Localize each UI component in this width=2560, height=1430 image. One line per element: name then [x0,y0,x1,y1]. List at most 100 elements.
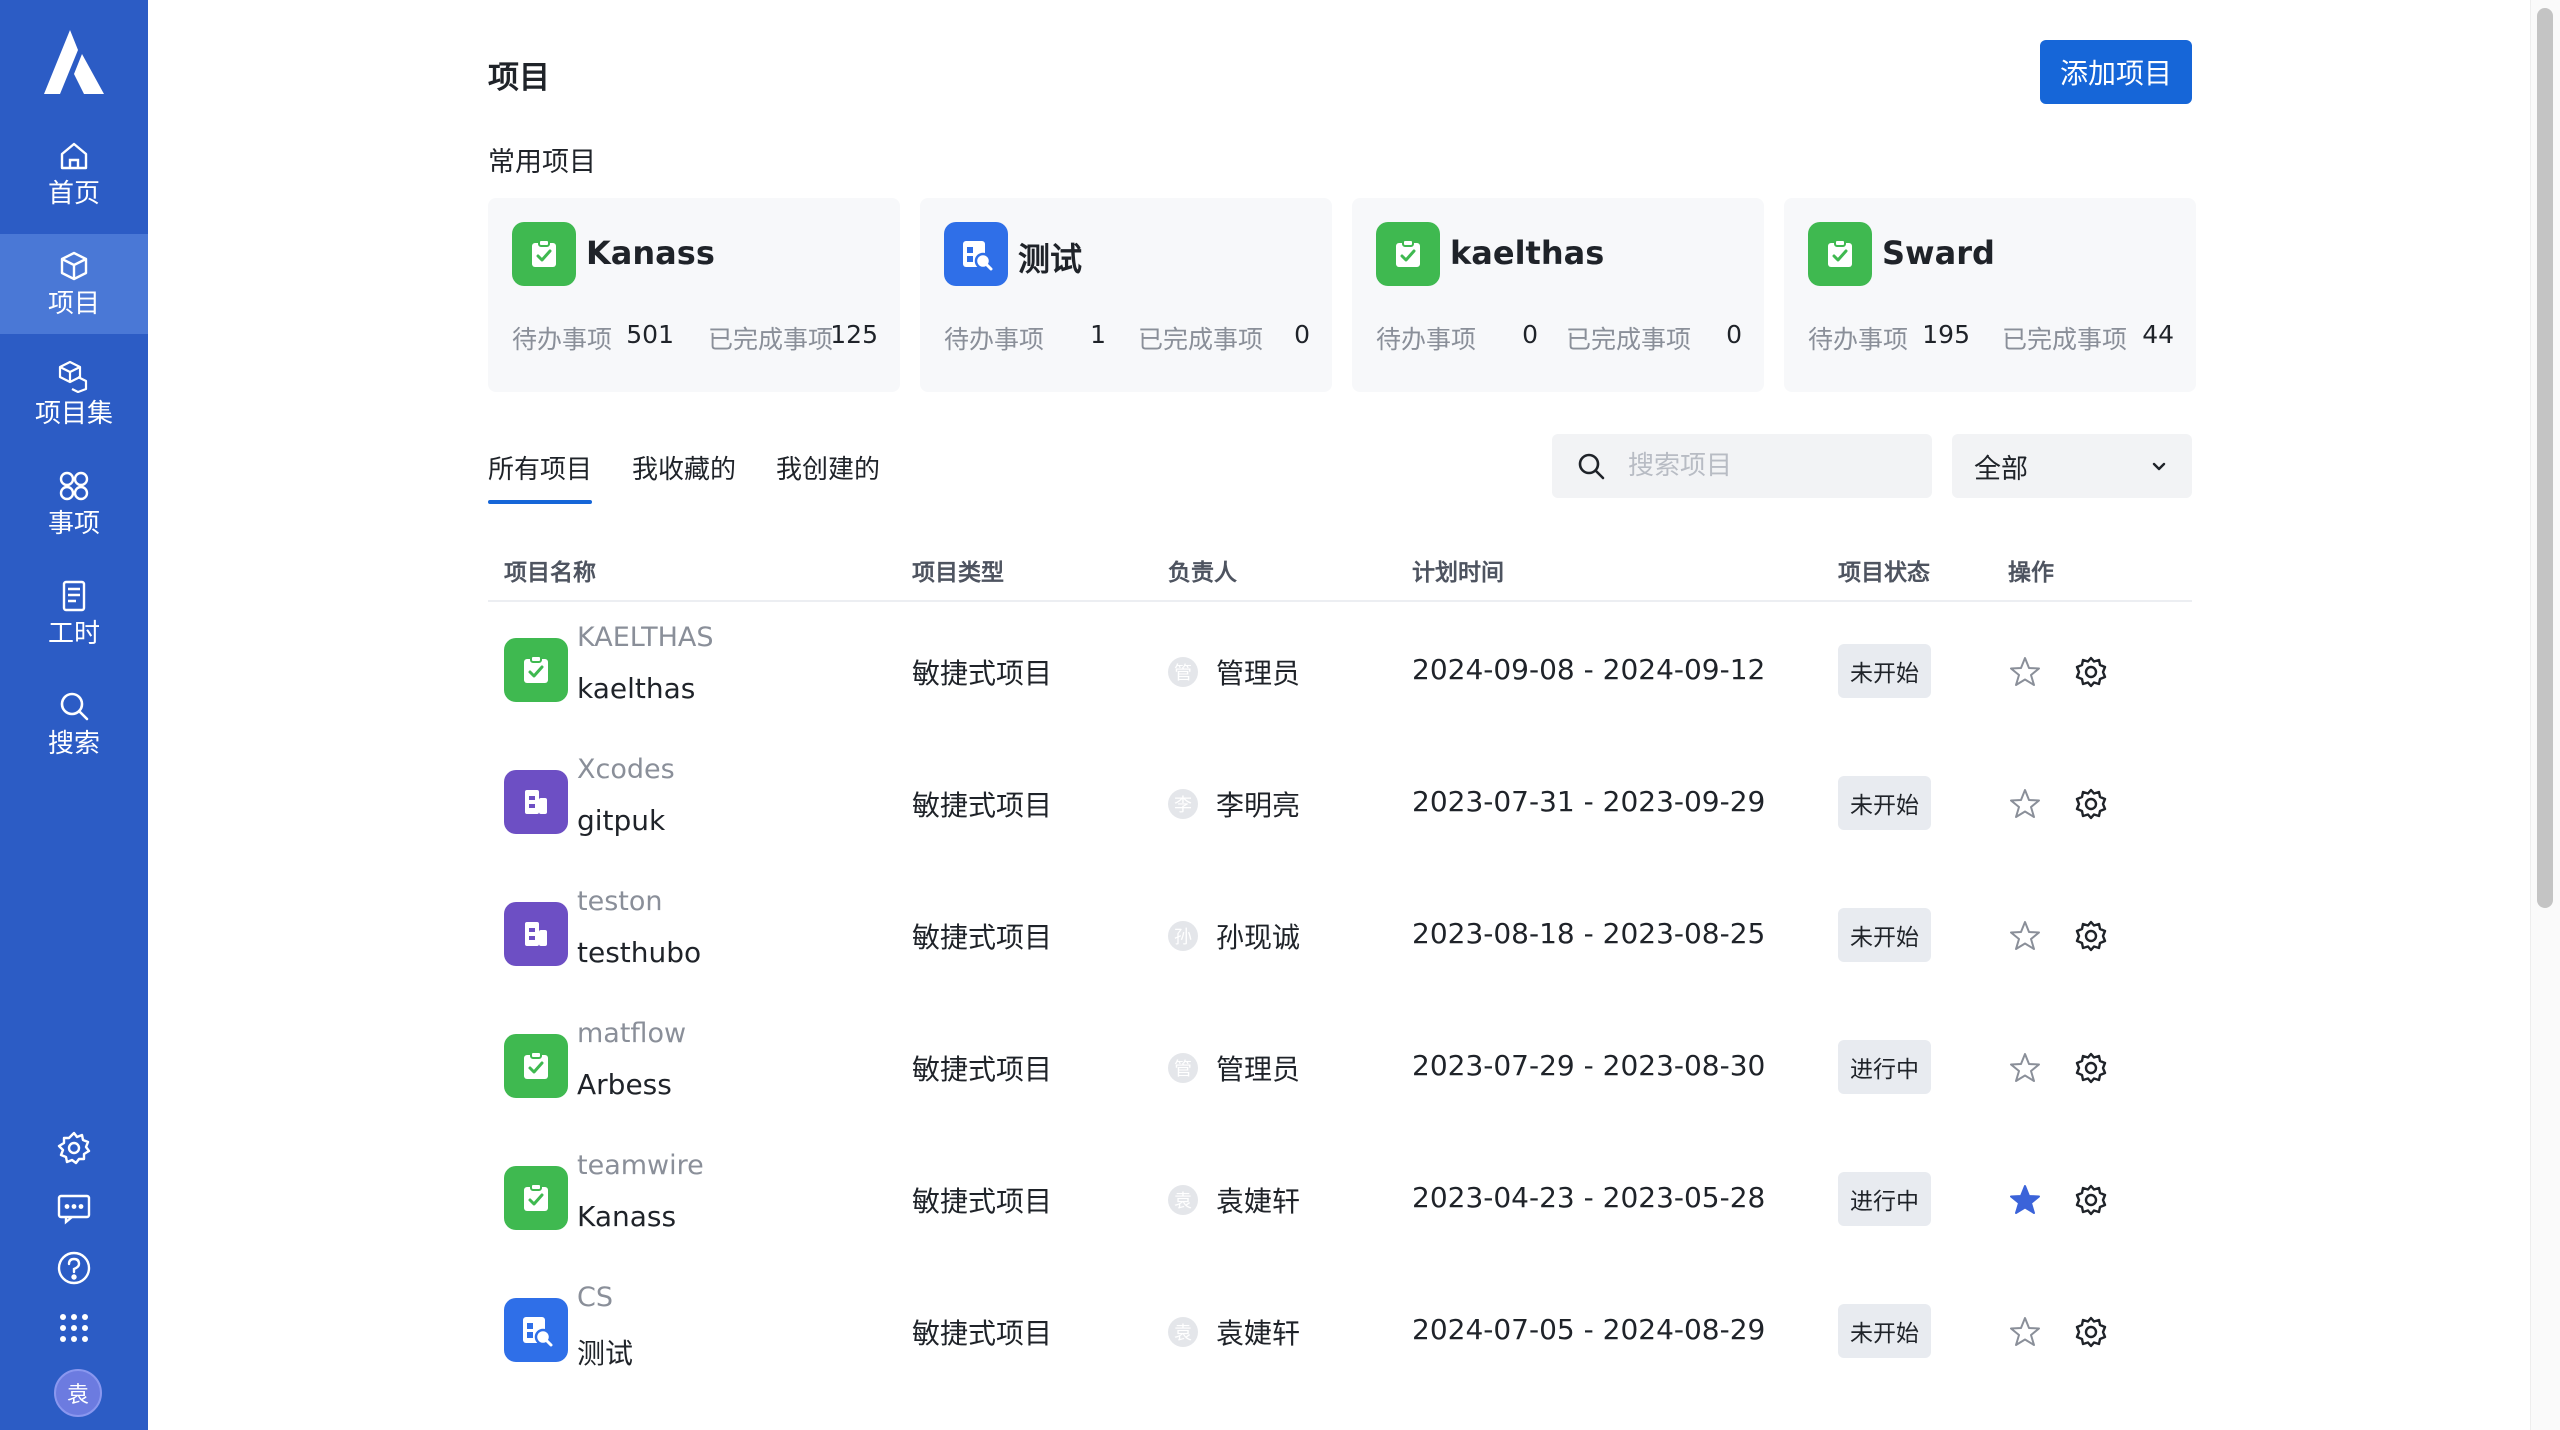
card-project-name: 测试 [1018,240,1083,278]
settings-icon[interactable] [2074,787,2108,821]
project-name-link[interactable]: 测试 [577,1332,633,1372]
active-tab-indicator [488,500,592,504]
card-done-count: 44 [2142,320,2174,349]
project-doc-icon [504,902,568,966]
project-search-box[interactable] [1552,434,1932,498]
home-icon [60,142,88,170]
status-filter-value: 全部 [1974,453,2028,485]
sidebar-messages-button[interactable] [56,1190,92,1226]
project-test-icon [504,1298,568,1362]
frequent-project-card[interactable]: Kanass 待办事项 501 已完成事项 125 [488,198,900,392]
star-outline-icon[interactable] [2008,919,2042,953]
table-row[interactable]: CS 测试 敏捷式项目 袁 袁婕轩 2024-07-05 - 2024-08-2… [488,1262,2192,1394]
status-badge: 未开始 [1838,644,1931,698]
card-todo-label: 待办事项 [1376,325,1477,354]
tab-created-projects[interactable]: 我创建的 [776,449,880,486]
project-type: 敏捷式项目 [912,1317,1053,1350]
table-row[interactable]: teston testhubo 敏捷式项目 孙 孙现诚 2023-08-18 -… [488,866,2192,998]
star-outline-icon[interactable] [2008,1051,2042,1085]
star-outline-icon[interactable] [2008,1315,2042,1349]
sidebar-help-button[interactable] [56,1250,92,1286]
status-badge: 未开始 [1838,908,1931,962]
app-root: 首页 项目 项目集 事项 工时 搜索 袁 项目 添加项目 常用项目 Kanass… [0,0,2560,1430]
tab-starred-projects[interactable]: 我收藏的 [632,449,736,486]
search-icon [60,692,89,721]
project-type: 敏捷式项目 [912,657,1053,690]
project-check-icon [512,222,576,286]
settings-icon[interactable] [2074,919,2108,953]
sidebar-item-projects[interactable]: 项目 [0,234,148,334]
card-todo-count: 195 [1922,320,1970,349]
project-name-link[interactable]: gitpuk [577,804,665,837]
settings-icon[interactable] [2074,655,2108,689]
owner-avatar: 孙 [1168,921,1198,951]
owner-name: 李明亮 [1216,789,1301,822]
user-avatar[interactable]: 袁 [54,1369,102,1417]
project-name-link[interactable]: Kanass [577,1200,676,1233]
table-row[interactable]: KAELTHAS kaelthas 敏捷式项目 管 管理员 2024-09-08… [488,602,2192,734]
owner-avatar: 袁 [1168,1185,1198,1215]
frequent-project-card[interactable]: Sward 待办事项 195 已完成事项 44 [1784,198,2196,392]
sidebar-item-timesheet[interactable]: 工时 [0,564,148,664]
card-todo-label: 待办事项 [512,325,613,354]
app-logo[interactable] [40,30,108,96]
plan-time: 2024-07-05 - 2024-08-29 [1412,1313,1766,1346]
star-outline-icon[interactable] [2008,787,2042,821]
tab-all-projects[interactable]: 所有项目 [488,449,592,486]
sidebar-item-label: 事项 [47,509,100,539]
sidebar-item-project-sets[interactable]: 项目集 [0,344,148,444]
settings-icon[interactable] [2074,1183,2108,1217]
project-check-icon [504,1034,568,1098]
sidebar-item-home[interactable]: 首页 [0,124,148,224]
plan-time: 2023-04-23 - 2023-05-28 [1412,1181,1766,1214]
project-name-link[interactable]: kaelthas [577,672,695,705]
sidebar-item-label: 项目 [47,289,100,319]
table-row[interactable]: teamwire Kanass 敏捷式项目 袁 袁婕轩 2023-04-23 -… [488,1130,2192,1262]
sidebar-item-search[interactable]: 搜索 [0,674,148,774]
settings-icon[interactable] [2074,1315,2108,1349]
card-todo-count: 501 [626,320,674,349]
owner-name: 袁婕轩 [1216,1317,1301,1350]
project-doc-icon [504,770,568,834]
status-filter-select[interactable]: 全部 [1952,434,2192,498]
cube-icon [60,251,88,281]
search-input[interactable] [1628,451,1918,481]
card-project-name: kaelthas [1450,234,1605,272]
add-project-button[interactable]: 添加项目 [2040,40,2192,104]
column-header-status: 项目状态 [1838,560,1930,586]
table-row[interactable]: matflow Arbess 敏捷式项目 管 管理员 2023-07-29 - … [488,998,2192,1130]
owner-avatar: 管 [1168,657,1198,687]
search-icon [1578,453,1605,480]
project-name-link[interactable]: testhubo [577,936,701,969]
frequent-project-card[interactable]: 测试 待办事项 1 已完成事项 0 [920,198,1332,392]
issue-icon [59,471,89,501]
project-test-icon [944,222,1008,286]
project-name-link[interactable]: Arbess [577,1068,672,1101]
cubes-icon [58,360,88,393]
owner-avatar: 李 [1168,789,1198,819]
card-todo-label: 待办事项 [944,325,1045,354]
settings-icon[interactable] [2074,1051,2108,1085]
page-title: 项目 [488,60,550,96]
frequent-project-card[interactable]: kaelthas 待办事项 0 已完成事项 0 [1352,198,1764,392]
table-row[interactable]: Xcodes gitpuk 敏捷式项目 李 李明亮 2023-07-31 - 2… [488,734,2192,866]
star-filled-icon[interactable] [2008,1183,2042,1217]
sidebar-apps-button[interactable] [56,1310,92,1346]
sidebar-item-label: 工时 [47,619,100,649]
project-check-icon [1376,222,1440,286]
project-type: 敏捷式项目 [912,1053,1053,1086]
project-key: teamwire [577,1150,704,1181]
sidebar-settings-button[interactable] [56,1130,92,1166]
sidebar-item-label: 项目集 [34,399,113,429]
status-badge: 进行中 [1838,1040,1931,1094]
settings-icon [57,1131,91,1165]
scrollbar-thumb[interactable] [2537,8,2553,908]
sidebar-item-issues[interactable]: 事项 [0,454,148,554]
card-project-name: Sward [1882,234,1995,272]
sidebar-item-label: 首页 [47,179,100,209]
plan-time: 2023-07-29 - 2023-08-30 [1412,1049,1766,1082]
timesheet-icon [62,580,86,612]
plan-time: 2023-07-31 - 2023-09-29 [1412,785,1766,818]
project-type: 敏捷式项目 [912,921,1053,954]
star-outline-icon[interactable] [2008,655,2042,689]
